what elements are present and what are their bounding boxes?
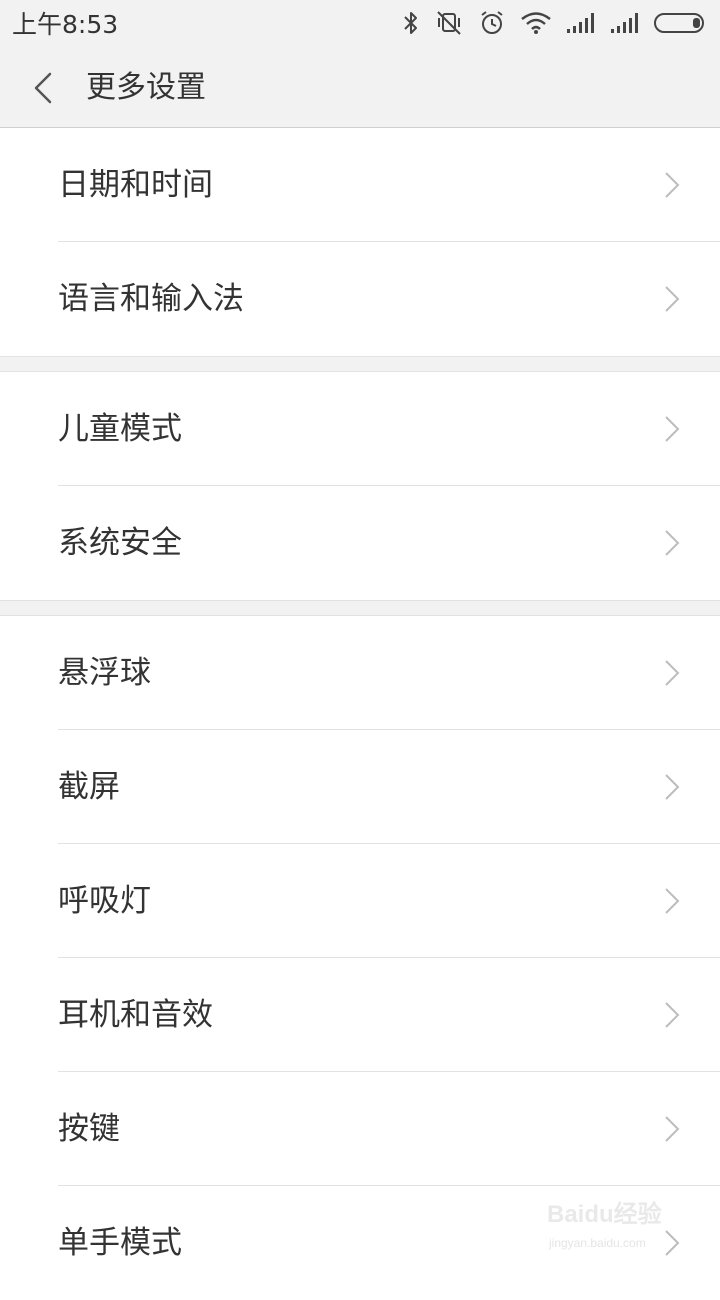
- chevron-right-icon: [664, 285, 680, 313]
- settings-item-label: 日期和时间: [58, 167, 213, 203]
- back-icon[interactable]: [26, 68, 62, 108]
- chevron-right-icon: [664, 415, 680, 443]
- settings-group: 儿童模式 系统安全: [0, 372, 720, 600]
- settings-item-screenshot[interactable]: 截屏: [0, 730, 720, 844]
- settings-item-system-security[interactable]: 系统安全: [0, 486, 720, 600]
- settings-list: 日期和时间 语言和输入法 儿童模式 系统安全 悬浮球 截屏 呼吸灯 耳机和音效 …: [0, 128, 720, 1300]
- page-title: 更多设置: [86, 70, 206, 105]
- chevron-right-icon: [664, 529, 680, 557]
- settings-item-label: 呼吸灯: [58, 883, 151, 919]
- chevron-right-icon: [664, 773, 680, 801]
- settings-item-label: 悬浮球: [58, 655, 151, 691]
- title-bar: 更多设置: [0, 50, 720, 128]
- vibrate-off-icon: [434, 10, 464, 40]
- status-time: 上午8:53: [12, 10, 119, 39]
- settings-item-label: 系统安全: [58, 525, 182, 561]
- settings-item-language-input[interactable]: 语言和输入法: [0, 242, 720, 356]
- watermark-brand: Baidu经验: [547, 1201, 662, 1228]
- watermark-url: jingyan.baidu.com: [549, 1236, 646, 1250]
- bluetooth-icon: [402, 10, 420, 40]
- settings-item-label: 截屏: [58, 769, 120, 805]
- settings-group: 日期和时间 语言和输入法: [0, 128, 720, 356]
- settings-item-label: 单手模式: [58, 1225, 182, 1261]
- signal-icon: [610, 11, 640, 39]
- wifi-icon: [520, 11, 552, 39]
- settings-item-label: 儿童模式: [58, 411, 182, 447]
- settings-item-notification-light[interactable]: 呼吸灯: [0, 844, 720, 958]
- settings-item-label: 耳机和音效: [58, 997, 213, 1033]
- signal-icon: [566, 11, 596, 39]
- battery-icon: [654, 12, 708, 38]
- settings-item-headphones-audio[interactable]: 耳机和音效: [0, 958, 720, 1072]
- status-icons: [388, 8, 708, 42]
- settings-item-label: 语言和输入法: [58, 281, 244, 317]
- settings-item-buttons[interactable]: 按键: [0, 1072, 720, 1186]
- chevron-right-icon: [664, 659, 680, 687]
- chevron-right-icon: [664, 887, 680, 915]
- chevron-right-icon: [664, 171, 680, 199]
- settings-item-date-time[interactable]: 日期和时间: [0, 128, 720, 242]
- chevron-right-icon: [664, 1115, 680, 1143]
- settings-item-kids-mode[interactable]: 儿童模式: [0, 372, 720, 486]
- group-separator: [0, 600, 720, 616]
- chevron-right-icon: [664, 1001, 680, 1029]
- settings-item-label: 按键: [58, 1111, 120, 1147]
- settings-item-floating-ball[interactable]: 悬浮球: [0, 616, 720, 730]
- alarm-icon: [478, 9, 506, 41]
- settings-group: 悬浮球 截屏 呼吸灯 耳机和音效 按键 单手模式: [0, 616, 720, 1300]
- status-bar: 上午8:53: [0, 0, 720, 50]
- group-separator: [0, 356, 720, 372]
- watermark: Baidu经验 jingyan.baidu.com: [547, 1200, 682, 1260]
